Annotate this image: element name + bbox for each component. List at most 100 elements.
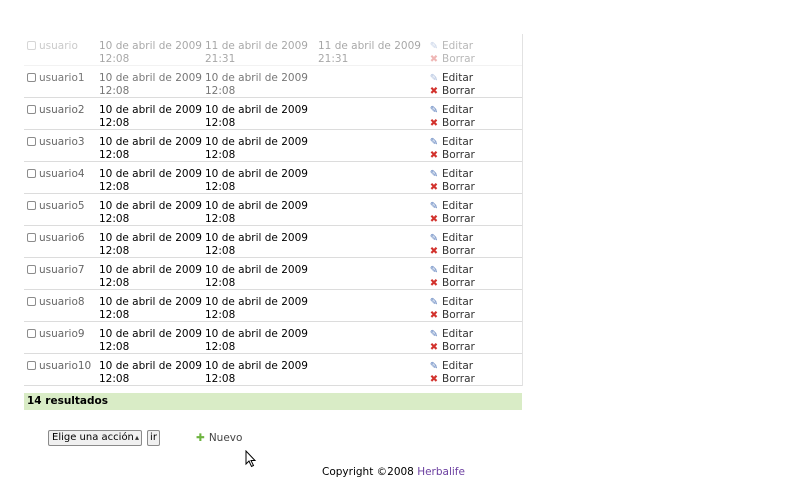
actions-cell: ✎ Editar ✖ Borrar <box>428 136 475 162</box>
edit-link[interactable]: ✎ Editar <box>428 200 475 213</box>
table-row: usuario5 10 de abril de 2009 12:08 10 de … <box>24 194 522 226</box>
table-row: usuario1 10 de abril de 2009 12:08 10 de … <box>24 66 522 98</box>
delete-link[interactable]: ✖ Borrar <box>428 277 475 290</box>
delete-link[interactable]: ✖ Borrar <box>428 341 475 354</box>
row-checkbox[interactable] <box>27 41 36 50</box>
username: usuario10 <box>39 360 92 372</box>
edit-label: Editar <box>442 328 474 340</box>
created-date: 10 de abril de 2009 <box>99 264 202 276</box>
mouse-cursor-icon <box>245 450 257 468</box>
row-checkbox[interactable] <box>27 137 36 146</box>
user-cell: usuario5 <box>27 200 85 213</box>
user-cell: usuario3 <box>27 136 85 149</box>
pencil-icon: ✎ <box>429 265 439 276</box>
brand-link[interactable]: Herbalife <box>417 466 465 478</box>
delete-x-icon: ✖ <box>429 246 439 257</box>
created-cell: 10 de abril de 2009 12:08 <box>99 232 202 258</box>
pencil-icon: ✎ <box>429 361 439 372</box>
updated-date: 11 de abril de 2009 <box>205 40 308 52</box>
new-button[interactable]: ✚ Nuevo <box>196 432 242 444</box>
row-checkbox[interactable] <box>27 329 36 338</box>
delete-link[interactable]: ✖ Borrar <box>428 245 475 258</box>
delete-link[interactable]: ✖ Borrar <box>428 181 475 194</box>
edit-label: Editar <box>442 168 474 180</box>
edit-label: Editar <box>442 104 474 116</box>
delete-link[interactable]: ✖ Borrar <box>428 149 475 162</box>
pencil-icon: ✎ <box>429 73 439 84</box>
delete-label: Borrar <box>442 245 475 257</box>
created-time: 12:08 <box>99 181 130 193</box>
delete-x-icon: ✖ <box>429 374 439 385</box>
created-date: 10 de abril de 2009 <box>99 104 202 116</box>
delete-x-icon: ✖ <box>429 182 439 193</box>
edit-label: Editar <box>442 136 474 148</box>
delete-link[interactable]: ✖ Borrar <box>428 373 475 386</box>
edit-link[interactable]: ✎ Editar <box>428 360 475 373</box>
username: usuario <box>39 40 78 52</box>
delete-link[interactable]: ✖ Borrar <box>428 213 475 226</box>
edit-link[interactable]: ✎ Editar <box>428 232 475 245</box>
delete-x-icon: ✖ <box>429 310 439 321</box>
delete-link[interactable]: ✖ Borrar <box>428 53 475 66</box>
delete-label: Borrar <box>442 53 475 65</box>
edit-link[interactable]: ✎ Editar <box>428 136 475 149</box>
user-cell: usuario2 <box>27 104 85 117</box>
row-checkbox[interactable] <box>27 297 36 306</box>
row-checkbox[interactable] <box>27 265 36 274</box>
updated-time: 12:08 <box>205 85 236 97</box>
created-cell: 10 de abril de 2009 12:08 <box>99 168 202 194</box>
updated-cell: 11 de abril de 2009 21:31 <box>205 40 308 66</box>
delete-x-icon: ✖ <box>429 278 439 289</box>
updated-cell: 10 de abril de 2009 12:08 <box>205 200 308 226</box>
delete-link[interactable]: ✖ Borrar <box>428 85 475 98</box>
created-time: 12:08 <box>99 373 130 385</box>
created-time: 12:08 <box>99 213 130 225</box>
row-checkbox[interactable] <box>27 201 36 210</box>
table-row: usuario9 10 de abril de 2009 12:08 10 de … <box>24 322 522 354</box>
actions-cell: ✎ Editar ✖ Borrar <box>428 104 475 130</box>
edit-link[interactable]: ✎ Editar <box>428 328 475 341</box>
edit-link[interactable]: ✎ Editar <box>428 264 475 277</box>
row-checkbox[interactable] <box>27 233 36 242</box>
row-checkbox[interactable] <box>27 73 36 82</box>
username: usuario2 <box>39 104 85 116</box>
created-cell: 10 de abril de 2009 12:08 <box>99 104 202 130</box>
table-row: usuario 10 de abril de 2009 12:08 11 de a… <box>24 34 522 66</box>
batch-action-select[interactable]: Elige una acción ▴ <box>48 430 142 446</box>
row-checkbox[interactable] <box>27 169 36 178</box>
edit-link[interactable]: ✎ Editar <box>428 72 475 85</box>
edit-link[interactable]: ✎ Editar <box>428 104 475 117</box>
username: usuario1 <box>39 72 85 84</box>
updated-time: 12:08 <box>205 149 236 161</box>
row-checkbox[interactable] <box>27 361 36 370</box>
select-arrows-icon: ▴ <box>134 433 139 442</box>
actions-cell: ✎ Editar ✖ Borrar <box>428 200 475 226</box>
created-cell: 10 de abril de 2009 12:08 <box>99 72 202 98</box>
edit-link[interactable]: ✎ Editar <box>428 296 475 309</box>
edit-link[interactable]: ✎ Editar <box>428 40 475 53</box>
row-checkbox[interactable] <box>27 105 36 114</box>
delete-label: Borrar <box>442 341 475 353</box>
delete-label: Borrar <box>442 117 475 129</box>
go-button[interactable]: ir <box>147 430 160 446</box>
actions-cell: ✎ Editar ✖ Borrar <box>428 40 475 66</box>
updated-date: 10 de abril de 2009 <box>205 328 308 340</box>
delete-label: Borrar <box>442 309 475 321</box>
edit-link[interactable]: ✎ Editar <box>428 168 475 181</box>
delete-link[interactable]: ✖ Borrar <box>428 309 475 322</box>
updated-cell: 10 de abril de 2009 12:08 <box>205 104 308 130</box>
user-cell: usuario7 <box>27 264 85 277</box>
delete-x-icon: ✖ <box>429 86 439 97</box>
created-cell: 10 de abril de 2009 12:08 <box>99 40 202 66</box>
table-row: usuario8 10 de abril de 2009 12:08 10 de … <box>24 290 522 322</box>
extra-date: 11 de abril de 2009 <box>318 40 421 52</box>
updated-cell: 10 de abril de 2009 12:08 <box>205 136 308 162</box>
delete-link[interactable]: ✖ Borrar <box>428 117 475 130</box>
footer: Copyright ©2008 Herbalife <box>322 466 465 478</box>
table-row: usuario7 10 de abril de 2009 12:08 10 de … <box>24 258 522 290</box>
pencil-icon: ✎ <box>429 137 439 148</box>
user-cell: usuario4 <box>27 168 85 181</box>
edit-label: Editar <box>442 200 474 212</box>
created-cell: 10 de abril de 2009 12:08 <box>99 360 202 386</box>
new-label: Nuevo <box>208 432 243 444</box>
